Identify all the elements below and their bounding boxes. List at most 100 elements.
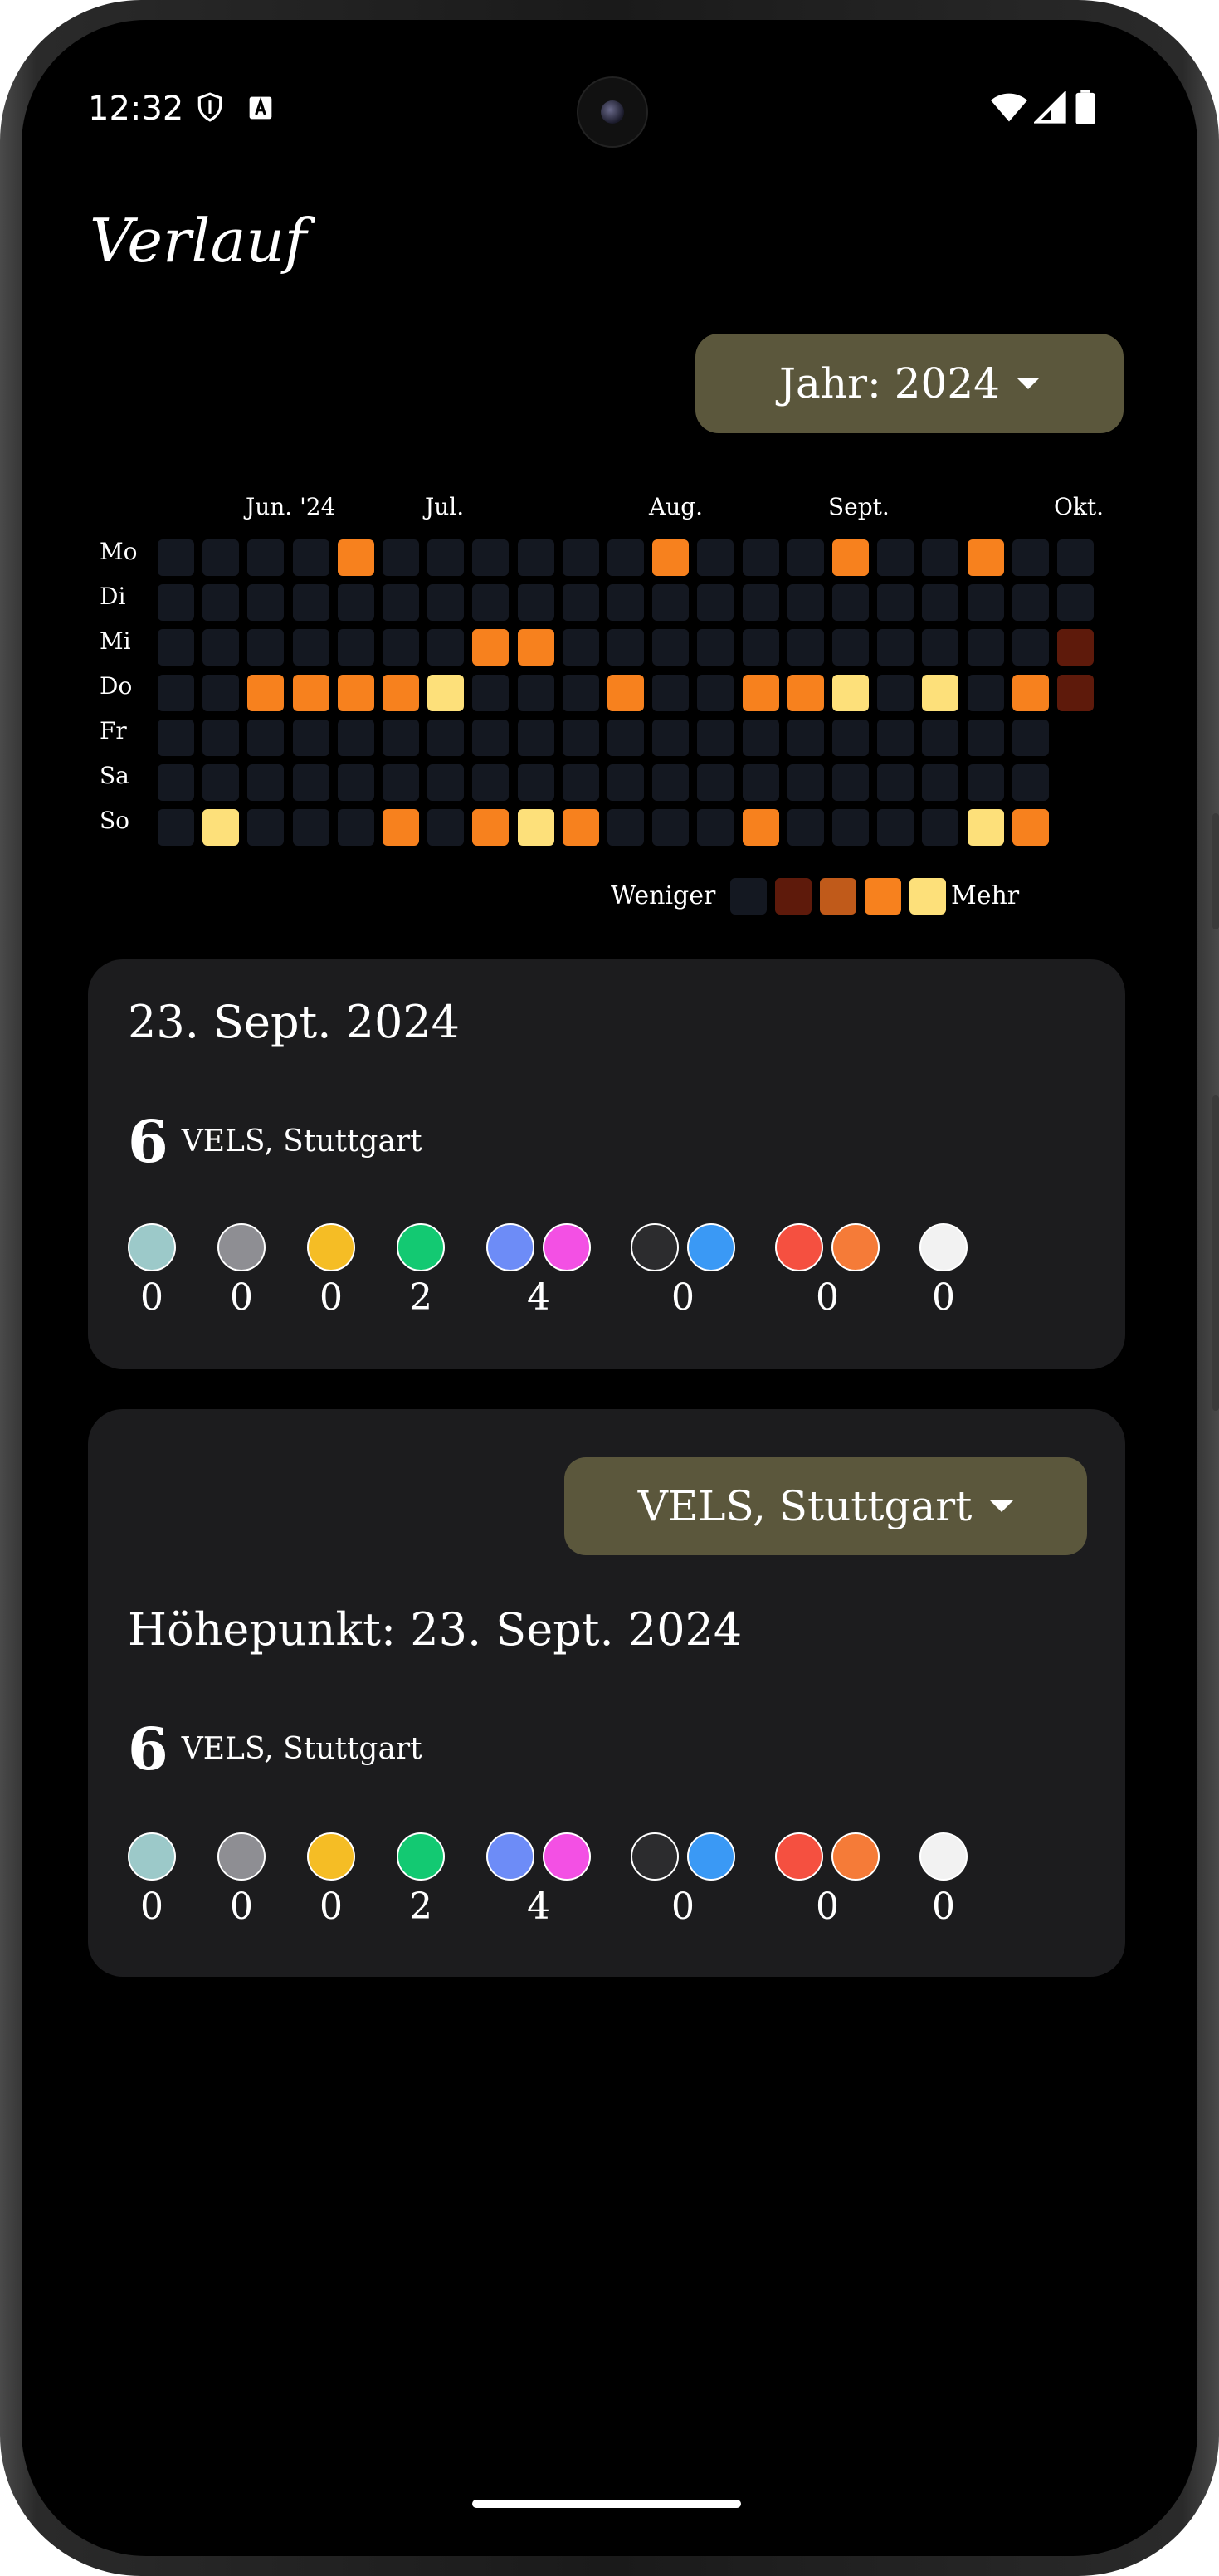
heatmap-cell[interactable] — [607, 539, 644, 576]
heatmap-cell[interactable] — [562, 539, 599, 576]
heatmap-cell[interactable] — [832, 764, 869, 801]
heatmap-cell[interactable] — [1012, 719, 1049, 756]
heatmap-cell[interactable] — [607, 809, 644, 846]
heatmap-cell[interactable] — [607, 719, 644, 756]
heatmap-cell[interactable] — [292, 719, 329, 756]
heatmap-cell[interactable] — [1057, 539, 1094, 576]
heatmap-cell[interactable] — [517, 539, 554, 576]
heatmap-cell[interactable] — [427, 719, 465, 756]
heatmap-cell[interactable] — [562, 629, 599, 666]
heatmap-cell[interactable] — [832, 674, 869, 711]
heatmap-cell[interactable] — [742, 584, 779, 622]
heatmap-cell[interactable] — [967, 764, 1004, 801]
heatmap-cell[interactable] — [697, 629, 734, 666]
heatmap-cell[interactable] — [697, 809, 734, 846]
heatmap-cell[interactable] — [787, 584, 824, 622]
heatmap-cell[interactable] — [472, 584, 510, 622]
heatmap-cell[interactable] — [832, 584, 869, 622]
heatmap-cell[interactable] — [202, 764, 240, 801]
heatmap-cell[interactable] — [1012, 764, 1049, 801]
heatmap-cell[interactable] — [292, 764, 329, 801]
heatmap-cell[interactable] — [832, 809, 869, 846]
heatmap-cell[interactable] — [922, 674, 959, 711]
heatmap-cell[interactable] — [383, 539, 419, 576]
heatmap-cell[interactable] — [158, 584, 194, 622]
heatmap-cell[interactable] — [697, 764, 734, 801]
heatmap-cell[interactable] — [832, 719, 869, 756]
heatmap-cell[interactable] — [427, 584, 465, 622]
heatmap-cell[interactable] — [383, 809, 419, 846]
heatmap-cell[interactable] — [787, 674, 824, 711]
heatmap-cell[interactable] — [517, 719, 554, 756]
heatmap-cell[interactable] — [967, 629, 1004, 666]
heatmap-cell[interactable] — [337, 719, 374, 756]
heatmap-cell[interactable] — [1057, 629, 1094, 666]
heatmap-cell[interactable] — [517, 674, 554, 711]
heatmap-cell[interactable] — [742, 629, 779, 666]
heatmap-cell[interactable] — [292, 584, 329, 622]
heatmap-cell[interactable] — [472, 719, 510, 756]
heatmap-cell[interactable] — [202, 629, 240, 666]
heatmap-cell[interactable] — [337, 629, 374, 666]
heatmap-cell[interactable] — [562, 764, 599, 801]
heatmap-cell[interactable] — [517, 809, 554, 846]
heatmap-cell[interactable] — [202, 809, 240, 846]
heatmap-cell[interactable] — [158, 539, 194, 576]
heatmap-cell[interactable] — [1012, 629, 1049, 666]
heatmap-cell[interactable] — [427, 674, 465, 711]
heatmap-cell[interactable] — [292, 809, 329, 846]
heatmap-cell[interactable] — [967, 809, 1004, 846]
heatmap-cell[interactable] — [247, 584, 285, 622]
heatmap-cell[interactable] — [427, 764, 465, 801]
heatmap-cell[interactable] — [967, 539, 1004, 576]
heatmap-cell[interactable] — [247, 719, 285, 756]
heatmap-cell[interactable] — [607, 674, 644, 711]
heatmap-cell[interactable] — [292, 539, 329, 576]
year-selector-button[interactable]: Jahr: 2024 — [695, 334, 1124, 433]
heatmap-cell[interactable] — [158, 629, 194, 666]
heatmap-cell[interactable] — [517, 584, 554, 622]
heatmap-cell[interactable] — [922, 539, 959, 576]
heatmap-cell[interactable] — [1057, 674, 1094, 711]
heatmap-cell[interactable] — [922, 629, 959, 666]
heatmap-cell[interactable] — [832, 539, 869, 576]
heatmap-cell[interactable] — [832, 629, 869, 666]
heatmap-cell[interactable] — [967, 584, 1004, 622]
heatmap-cell[interactable] — [562, 809, 599, 846]
heatmap-cell[interactable] — [517, 629, 554, 666]
heatmap-cell[interactable] — [247, 809, 285, 846]
heatmap-cell[interactable] — [247, 629, 285, 666]
location-selector-button[interactable]: VELS, Stuttgart — [564, 1457, 1087, 1555]
heatmap-cell[interactable] — [158, 764, 194, 801]
heatmap-cell[interactable] — [472, 674, 510, 711]
heatmap-cell[interactable] — [202, 584, 240, 622]
heatmap-cell[interactable] — [922, 764, 959, 801]
heatmap-cell[interactable] — [967, 674, 1004, 711]
heatmap-cell[interactable] — [383, 719, 419, 756]
heatmap-cell[interactable] — [427, 809, 465, 846]
heatmap-cell[interactable] — [202, 674, 240, 711]
heatmap-cell[interactable] — [787, 764, 824, 801]
heatmap-cell[interactable] — [787, 719, 824, 756]
heatmap-cell[interactable] — [877, 629, 914, 666]
heatmap-cell[interactable] — [742, 764, 779, 801]
heatmap-cell[interactable] — [427, 539, 465, 576]
heatmap-cell[interactable] — [922, 809, 959, 846]
heatmap-cell[interactable] — [292, 674, 329, 711]
heatmap-cell[interactable] — [158, 809, 194, 846]
heatmap-cell[interactable] — [427, 629, 465, 666]
heatmap-cell[interactable] — [742, 809, 779, 846]
heatmap-cell[interactable] — [787, 809, 824, 846]
heatmap-cell[interactable] — [652, 809, 690, 846]
heatmap-cell[interactable] — [472, 539, 510, 576]
heatmap-cell[interactable] — [607, 764, 644, 801]
heatmap-cell[interactable] — [383, 629, 419, 666]
heatmap-cell[interactable] — [337, 674, 374, 711]
heatmap-cell[interactable] — [607, 629, 644, 666]
heatmap-cell[interactable] — [247, 764, 285, 801]
heatmap-cell[interactable] — [1012, 674, 1049, 711]
heatmap-cell[interactable] — [247, 539, 285, 576]
heatmap-cell[interactable] — [337, 539, 374, 576]
heatmap-cell[interactable] — [742, 539, 779, 576]
heatmap-cell[interactable] — [877, 764, 914, 801]
